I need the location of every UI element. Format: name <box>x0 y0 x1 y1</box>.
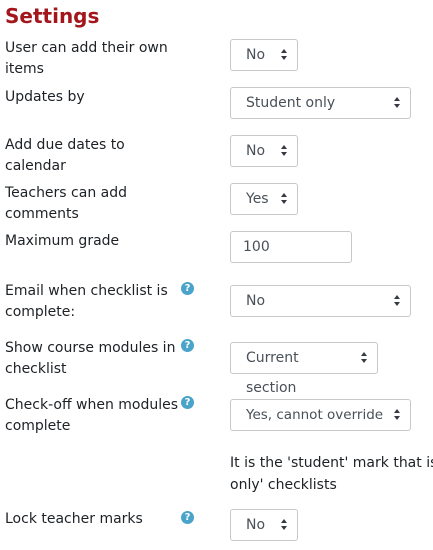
max-grade-label: Maximum grade <box>5 233 120 249</box>
teacher-comments-select[interactable]: Yes <box>230 183 298 215</box>
lock-marks-value: No <box>246 517 266 533</box>
checkoff-note-line2: only' checklists <box>230 477 337 493</box>
updates-by-label: Updates by <box>5 89 85 105</box>
show-modules-value: Current section <box>246 350 299 396</box>
checkoff-modules-select[interactable]: Yes, cannot override <box>230 399 411 431</box>
add-own-items-label: User can add their own items <box>5 40 168 77</box>
show-modules-label-line1: Show course modules in <box>5 340 176 356</box>
checkoff-modules-label: Check-off when modules complete <box>5 395 180 437</box>
select-arrows-icon <box>281 193 287 204</box>
email-complete-label-line1: Email when checklist is <box>5 283 168 299</box>
email-complete-label-line2: complete: <box>5 304 76 320</box>
updates-by-value: Student only <box>246 95 336 111</box>
teacher-comments-label: Teachers can add comments <box>5 185 128 222</box>
help-icon[interactable]: ? <box>181 511 194 524</box>
email-complete-label: Email when checklist is complete: <box>5 281 180 323</box>
teacher-comments-value: Yes <box>246 191 269 207</box>
select-arrows-icon <box>281 145 287 156</box>
due-dates-select[interactable]: No <box>230 135 298 167</box>
show-modules-select[interactable]: Current section <box>230 342 378 396</box>
max-grade-value: 100 <box>243 239 270 255</box>
checkoff-modules-label-line1: Check-off when modules <box>5 397 179 413</box>
help-icon[interactable]: ? <box>181 282 194 295</box>
select-arrows-icon <box>281 49 287 60</box>
show-modules-label-line2: checklist <box>5 361 67 377</box>
select-arrows-icon <box>394 97 400 108</box>
checkoff-modules-value: Yes, cannot override <box>246 407 384 423</box>
due-dates-label: Add due dates to calendar <box>5 137 125 174</box>
checkoff-note-line1: It is the 'student' mark that is a <box>230 455 433 471</box>
add-own-items-select[interactable]: No <box>230 39 298 71</box>
checkoff-modules-label-line2: complete <box>5 418 71 434</box>
lock-marks-select[interactable]: No <box>230 509 298 541</box>
select-arrows-icon <box>281 519 287 530</box>
page-title: Settings <box>5 4 100 28</box>
select-arrows-icon <box>394 409 400 420</box>
lock-marks-label: Lock teacher marks <box>5 511 143 527</box>
updates-by-select[interactable]: Student only <box>230 87 411 119</box>
checkoff-note: It is the 'student' mark that is a only'… <box>230 452 433 496</box>
help-icon[interactable]: ? <box>181 339 194 352</box>
email-complete-value: No <box>246 293 266 309</box>
add-own-items-value: No <box>246 47 266 63</box>
show-modules-label: Show course modules in checklist <box>5 338 180 380</box>
select-arrows-icon <box>394 295 400 306</box>
due-dates-value: No <box>246 143 266 159</box>
email-complete-select[interactable]: No <box>230 285 411 317</box>
select-arrows-icon <box>361 352 367 363</box>
max-grade-input[interactable]: 100 <box>230 231 352 263</box>
help-icon[interactable]: ? <box>181 396 194 409</box>
